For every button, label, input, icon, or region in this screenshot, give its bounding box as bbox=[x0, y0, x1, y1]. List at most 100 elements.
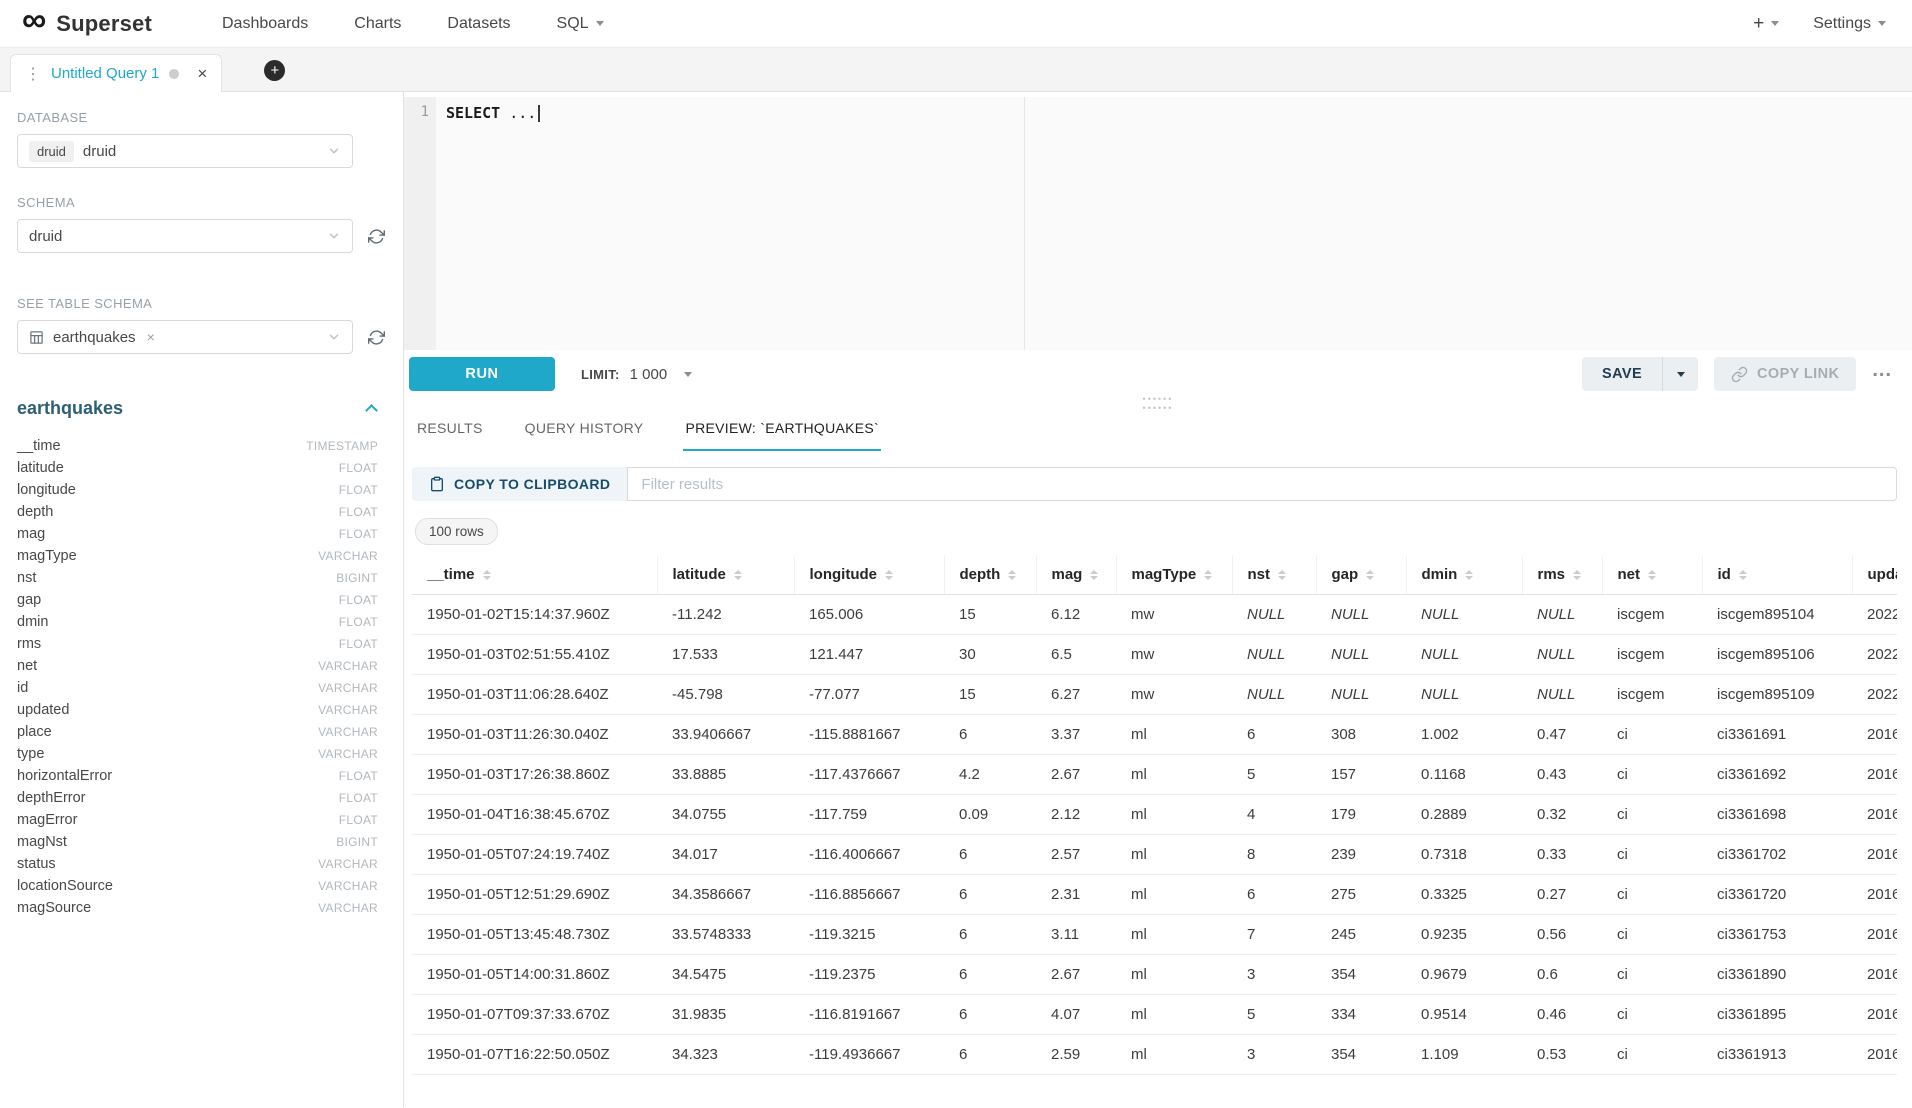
nav-item-dashboards[interactable]: Dashboards bbox=[222, 15, 308, 33]
table-cell: 157 bbox=[1316, 755, 1406, 795]
more-options-button[interactable]: ... bbox=[1872, 366, 1892, 382]
caret-down-icon bbox=[596, 21, 604, 26]
column-header-updated[interactable]: updated bbox=[1852, 555, 1897, 595]
table-cell: 0.47 bbox=[1522, 715, 1602, 755]
table-cell: 33.8885 bbox=[657, 755, 794, 795]
filter-results-input[interactable] bbox=[627, 467, 1897, 501]
drag-handle-icon[interactable]: ⋮ bbox=[25, 64, 41, 84]
sql-lab-main: 1 SELECT ... RUN LIMIT: 1 000 SAVE bbox=[404, 92, 1912, 1107]
copy-to-clipboard-button[interactable]: COPY TO CLIPBOARD bbox=[412, 467, 627, 501]
table-cell: 34.5475 bbox=[657, 955, 794, 995]
column-type: FLOAT bbox=[339, 791, 378, 805]
nav-item-datasets[interactable]: Datasets bbox=[447, 15, 510, 33]
table-cell: ci bbox=[1602, 875, 1702, 915]
table-cell: 1950-01-05T14:00:31.860Z bbox=[412, 955, 657, 995]
column-header-magType[interactable]: magType bbox=[1116, 555, 1232, 595]
limit-dropdown[interactable]: LIMIT: 1 000 bbox=[581, 366, 692, 383]
collapse-table-icon[interactable] bbox=[365, 404, 378, 417]
column-header-gap[interactable]: gap bbox=[1316, 555, 1406, 595]
copy-link-button[interactable]: COPY LINK bbox=[1714, 357, 1856, 391]
column-header-__time[interactable]: __time bbox=[412, 555, 657, 595]
table-cell: ci bbox=[1602, 755, 1702, 795]
table-cell: 33.9406667 bbox=[657, 715, 794, 755]
column-header-longitude[interactable]: longitude bbox=[794, 555, 944, 595]
schema-column-row: idVARCHAR bbox=[17, 677, 378, 699]
table-cell: 2016-0 bbox=[1852, 835, 1897, 875]
table-cell: 1950-01-05T07:24:19.740Z bbox=[412, 835, 657, 875]
results-tab[interactable]: RESULTS bbox=[415, 410, 485, 451]
settings-menu[interactable]: Settings bbox=[1813, 15, 1886, 33]
superset-logo[interactable]: ∞ Superset bbox=[22, 11, 152, 37]
column-header-latitude[interactable]: latitude bbox=[657, 555, 794, 595]
table-row: 1950-01-05T07:24:19.740Z34.017-116.40066… bbox=[412, 835, 1897, 875]
column-header-rms[interactable]: rms bbox=[1522, 555, 1602, 595]
table-cell: 2.12 bbox=[1036, 795, 1116, 835]
column-type: FLOAT bbox=[339, 769, 378, 783]
column-name: depth bbox=[17, 504, 53, 520]
nav-item-sql[interactable]: SQL bbox=[557, 15, 604, 33]
schema-column-row: magFLOAT bbox=[17, 523, 378, 545]
schema-column-row: rmsFLOAT bbox=[17, 633, 378, 655]
editor-code[interactable]: SELECT ... bbox=[436, 97, 1912, 350]
table-cell: 6 bbox=[944, 875, 1036, 915]
results-tab[interactable]: PREVIEW: `EARTHQUAKES` bbox=[683, 410, 881, 451]
schema-column-row: updatedVARCHAR bbox=[17, 699, 378, 721]
database-value: druid bbox=[83, 143, 116, 160]
database-type-badge: druid bbox=[29, 141, 74, 162]
refresh-tables-button[interactable] bbox=[368, 329, 385, 346]
pane-resize-handle[interactable]: •••••••••••• bbox=[404, 398, 1912, 410]
table-cell: ci bbox=[1602, 1035, 1702, 1075]
schema-column-row: magNstBIGINT bbox=[17, 831, 378, 853]
add-tab-button[interactable]: + bbox=[264, 60, 285, 81]
column-type: FLOAT bbox=[339, 461, 378, 475]
column-list: __timeTIMESTAMPlatitudeFLOATlongitudeFLO… bbox=[17, 435, 386, 919]
table-cell: 2016-0 bbox=[1852, 795, 1897, 835]
save-dropdown-button[interactable] bbox=[1662, 357, 1698, 391]
run-button[interactable]: RUN bbox=[409, 357, 555, 391]
remove-table-icon[interactable]: × bbox=[147, 329, 155, 345]
table-cell: ml bbox=[1116, 835, 1232, 875]
table-cell: iscgem895106 bbox=[1702, 635, 1852, 675]
column-header-net[interactable]: net bbox=[1602, 555, 1702, 595]
query-tab[interactable]: ⋮ Untitled Query 1 × bbox=[10, 54, 222, 92]
new-item-button[interactable]: + bbox=[1753, 13, 1779, 35]
column-header-nst[interactable]: nst bbox=[1232, 555, 1316, 595]
table-cell: iscgem bbox=[1602, 595, 1702, 635]
table-cell: 0.53 bbox=[1522, 1035, 1602, 1075]
refresh-schema-button[interactable] bbox=[368, 228, 385, 245]
column-header-mag[interactable]: mag bbox=[1036, 555, 1116, 595]
sql-editor[interactable]: 1 SELECT ... bbox=[404, 97, 1912, 350]
table-cell: 5 bbox=[1232, 995, 1316, 1035]
table-row: 1950-01-07T09:37:33.670Z31.9835-116.8191… bbox=[412, 995, 1897, 1035]
table-cell: -119.3215 bbox=[794, 915, 944, 955]
database-select[interactable]: druid druid bbox=[17, 134, 353, 168]
sort-icon bbox=[1090, 570, 1098, 581]
results-tab[interactable]: QUERY HISTORY bbox=[523, 410, 646, 451]
table-select[interactable]: earthquakes × bbox=[17, 320, 353, 354]
table-cell: ml bbox=[1116, 795, 1232, 835]
table-cell: 0.1168 bbox=[1406, 755, 1522, 795]
table-cell: 2.59 bbox=[1036, 1035, 1116, 1075]
column-type: VARCHAR bbox=[318, 901, 378, 915]
column-header-dmin[interactable]: dmin bbox=[1406, 555, 1522, 595]
table-cell: -119.2375 bbox=[794, 955, 944, 995]
save-button[interactable]: SAVE bbox=[1582, 357, 1662, 391]
table-cell: 6 bbox=[944, 1035, 1036, 1075]
table-cell: 0.09 bbox=[944, 795, 1036, 835]
table-cell: iscgem bbox=[1602, 675, 1702, 715]
table-cell: ci bbox=[1602, 915, 1702, 955]
column-header-id[interactable]: id bbox=[1702, 555, 1852, 595]
close-tab-icon[interactable]: × bbox=[197, 65, 207, 82]
table-cell: 6 bbox=[944, 955, 1036, 995]
table-cell: 3.11 bbox=[1036, 915, 1116, 955]
column-header-depth[interactable]: depth bbox=[944, 555, 1036, 595]
nav-item-charts[interactable]: Charts bbox=[354, 15, 401, 33]
table-cell: 2016-0 bbox=[1852, 755, 1897, 795]
table-cell: NULL bbox=[1232, 635, 1316, 675]
table-cell: 0.56 bbox=[1522, 915, 1602, 955]
table-cell: NULL bbox=[1406, 595, 1522, 635]
schema-select[interactable]: druid bbox=[17, 219, 353, 253]
query-status-dot bbox=[169, 69, 179, 79]
column-name: place bbox=[17, 724, 52, 740]
table-row: 1950-01-03T11:26:30.040Z33.9406667-115.8… bbox=[412, 715, 1897, 755]
